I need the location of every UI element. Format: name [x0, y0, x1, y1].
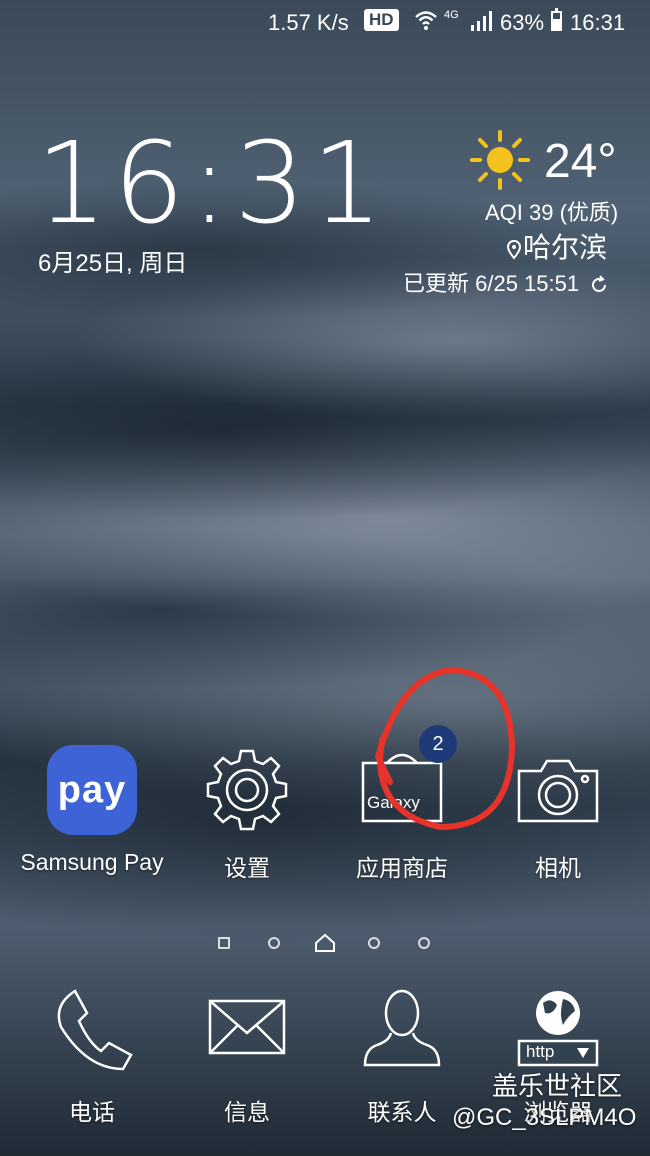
- page-dot-2[interactable]: [268, 937, 280, 949]
- home-page-icon[interactable]: [314, 933, 336, 958]
- network-speed: 1.57 K/s: [268, 10, 349, 35]
- app-label: 相机: [535, 855, 581, 881]
- watermark: 盖乐世社区: [492, 1071, 623, 1101]
- app-label: 应用商店: [356, 855, 448, 881]
- status-bar: 1.57 K/s HD 4G 63% 16:31: [0, 0, 650, 44]
- city-name[interactable]: 哈尔滨: [506, 226, 608, 266]
- sun-icon[interactable]: [468, 128, 532, 197]
- battery-percent: 63%: [500, 10, 545, 35]
- location-pin-icon: [506, 239, 522, 260]
- app-settings[interactable]: 设置: [162, 745, 332, 883]
- updated-label: 已更新 6/25 15:51: [403, 271, 580, 296]
- refresh-icon[interactable]: [589, 275, 609, 295]
- battery-level: [553, 18, 560, 29]
- page-dot-1[interactable]: [218, 937, 230, 949]
- watermark-user: @GC_3SLPM4O: [452, 1104, 637, 1131]
- temperature[interactable]: 24°: [544, 134, 617, 189]
- network-type: 4G: [444, 9, 459, 21]
- globe-icon: http: [513, 985, 603, 1075]
- battery-icon: [551, 8, 562, 31]
- signal-icon: [470, 10, 494, 38]
- envelope-icon: [202, 985, 292, 1075]
- annotation-circle: [360, 662, 520, 837]
- page-dot-5[interactable]: [418, 937, 430, 949]
- clock-widget-date[interactable]: 6月25日, 周日: [38, 243, 187, 278]
- hd-voice-badge: HD: [364, 9, 399, 31]
- app-label: Samsung Pay: [20, 849, 164, 875]
- city-label: 哈尔滨: [523, 232, 608, 263]
- status-time: 16:31: [570, 10, 626, 35]
- camera-icon: [513, 745, 603, 835]
- app-label: 信息: [224, 1099, 270, 1125]
- app-label: 电话: [69, 1099, 115, 1125]
- dock-messages[interactable]: 信息: [162, 985, 332, 1127]
- pay-icon: pay: [47, 745, 137, 835]
- weather-updated[interactable]: 已更新 6/25 15:51: [403, 266, 609, 298]
- browser-icon-text: http: [526, 1042, 555, 1061]
- app-samsung-pay[interactable]: pay Samsung Pay: [7, 745, 177, 876]
- gear-icon: [202, 745, 292, 835]
- page-dot-4[interactable]: [368, 937, 380, 949]
- clock-widget-time[interactable]: 16:31: [36, 128, 389, 240]
- wifi-icon: [414, 8, 438, 38]
- dock-phone[interactable]: 电话: [7, 985, 177, 1127]
- contact-icon: [357, 985, 447, 1075]
- page-indicator[interactable]: [210, 932, 440, 956]
- air-quality: AQI 39 (优质): [485, 200, 619, 225]
- app-label: 设置: [224, 855, 270, 881]
- phone-icon: [47, 985, 137, 1075]
